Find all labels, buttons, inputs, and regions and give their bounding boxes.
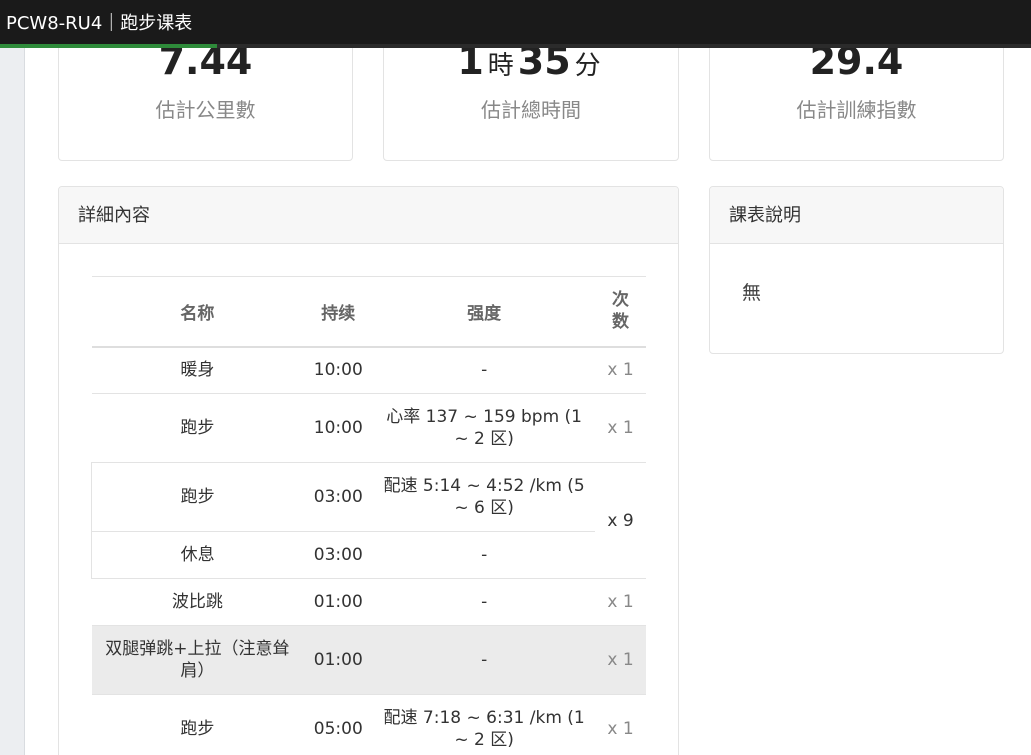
table-row: 跑步 10:00 心率 137 ~ 159 bpm (1 ~ 2 区) x 1 bbox=[91, 393, 646, 463]
table-header-row: 名称 持续 强度 次数 bbox=[91, 276, 646, 348]
step-count: x 1 bbox=[595, 694, 646, 755]
column-header-name: 名称 bbox=[91, 276, 304, 348]
table-row: 暖身 10:00 - x 1 bbox=[91, 346, 646, 394]
step-count: x 1 bbox=[595, 393, 646, 463]
stat-time-minutes-unit: 分 bbox=[574, 51, 601, 81]
table-row: 波比跳 01:00 - x 1 bbox=[91, 578, 646, 626]
step-intensity: 配速 7:18 ~ 6:31 /km (1 ~ 2 区) bbox=[373, 694, 596, 755]
stat-card-time: 1 時 35 分 估計總時間 bbox=[383, 48, 679, 161]
step-count: x 1 bbox=[595, 346, 646, 394]
step-name: 波比跳 bbox=[91, 578, 304, 626]
column-header-duration: 持续 bbox=[303, 276, 374, 348]
description-card-header: 課表說明 bbox=[710, 187, 1003, 244]
stat-time-label: 估計總時間 bbox=[481, 98, 581, 122]
window-titlebar: PCW8-RU4｜跑步课表 bbox=[0, 0, 1031, 45]
stat-index-label: 估計訓練指數 bbox=[796, 98, 917, 122]
step-duration: 10:00 bbox=[303, 393, 374, 463]
main-content: 7.44 估計公里數 1 時 35 分 估計總時間 29.4 估計訓練指數 詳細內容 … bbox=[25, 48, 1031, 755]
step-duration: 01:00 bbox=[303, 578, 374, 626]
stat-card-distance: 7.44 估計公里數 bbox=[58, 48, 353, 161]
stat-time-value: 1 時 35 分 bbox=[384, 48, 678, 88]
stat-time-minutes: 35 bbox=[517, 48, 571, 83]
step-duration: 10:00 bbox=[303, 346, 374, 394]
step-duration: 01:00 bbox=[303, 625, 374, 695]
column-header-count: 次数 bbox=[595, 276, 646, 348]
repeat-group-count: x 9 bbox=[595, 462, 646, 579]
step-duration: 03:00 bbox=[303, 462, 374, 532]
step-intensity: - bbox=[373, 625, 596, 695]
step-intensity: 心率 137 ~ 159 bpm (1 ~ 2 区) bbox=[373, 393, 596, 463]
table-row: 跑步 05:00 配速 7:18 ~ 6:31 /km (1 ~ 2 区) x … bbox=[91, 694, 646, 755]
page-title: PCW8-RU4｜跑步课表 bbox=[6, 13, 193, 34]
table-row-repeat-group: 跑步 03:00 配速 5:14 ~ 4:52 /km (5 ~ 6 区) x … bbox=[91, 462, 646, 579]
step-name: 跑步 bbox=[91, 393, 304, 463]
step-name: 跑步 bbox=[91, 694, 304, 755]
stat-distance-value: 7.44 bbox=[158, 48, 253, 83]
description-text: 無 bbox=[742, 282, 762, 304]
step-name: 暖身 bbox=[91, 346, 304, 394]
stat-time-hours-unit: 時 bbox=[487, 51, 514, 81]
details-card: 詳細內容 名称 持续 强度 次数 暖身 10:00 - x 1 跑步 10:00… bbox=[58, 186, 679, 755]
step-count: x 1 bbox=[595, 625, 646, 695]
description-card: 課表說明 無 bbox=[709, 186, 1004, 354]
table-row-highlighted: 双腿弹跳+上拉（注意耸肩） 01:00 - x 1 bbox=[91, 625, 646, 695]
step-count: x 1 bbox=[595, 578, 646, 626]
step-intensity: - bbox=[373, 346, 596, 394]
stat-time-hours: 1 bbox=[457, 48, 484, 83]
step-name: 休息 bbox=[91, 531, 304, 579]
workout-table: 名称 持续 强度 次数 暖身 10:00 - x 1 跑步 10:00 心率 1… bbox=[91, 276, 646, 755]
step-duration: 05:00 bbox=[303, 694, 374, 755]
sidebar-strip bbox=[0, 48, 25, 755]
table-row-repeat-group: 休息 03:00 - bbox=[91, 531, 647, 579]
step-name: 双腿弹跳+上拉（注意耸肩） bbox=[91, 625, 304, 695]
stat-card-training-index: 29.4 估計訓練指數 bbox=[709, 48, 1004, 161]
step-name: 跑步 bbox=[91, 462, 304, 532]
stat-distance-label: 估計公里數 bbox=[155, 98, 256, 122]
step-intensity: 配速 5:14 ~ 4:52 /km (5 ~ 6 区) bbox=[373, 462, 596, 532]
stat-index-value: 29.4 bbox=[809, 48, 904, 83]
details-card-header: 詳細內容 bbox=[59, 187, 678, 244]
column-header-intensity: 强度 bbox=[373, 276, 596, 348]
step-duration: 03:00 bbox=[303, 531, 374, 579]
step-intensity: - bbox=[373, 578, 596, 626]
step-intensity: - bbox=[373, 531, 596, 579]
